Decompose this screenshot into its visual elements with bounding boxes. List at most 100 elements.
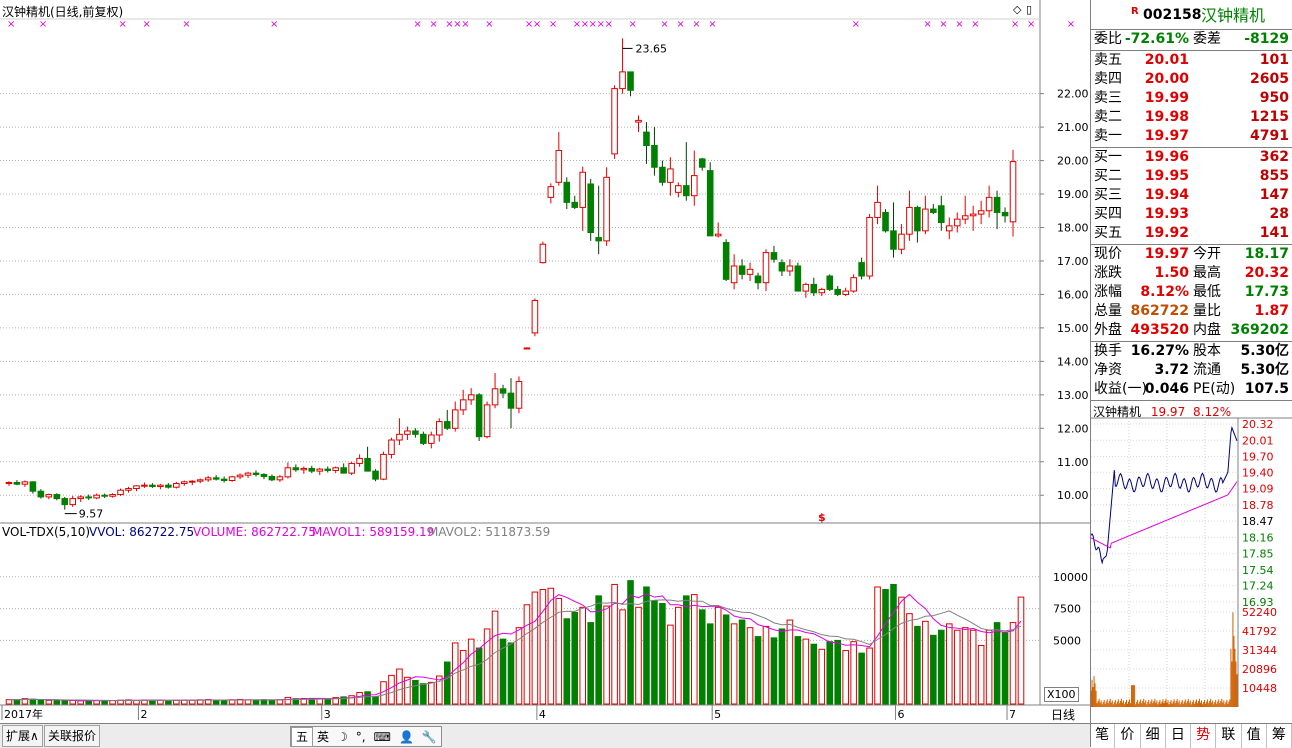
ask-volume: 4791 — [1250, 128, 1289, 144]
candle — [507, 378, 515, 429]
ask-row[interactable]: 卖五 20.01 101 — [1091, 51, 1292, 70]
candle — [475, 393, 483, 442]
candle — [268, 474, 276, 482]
fund-row[interactable]: 换手 16.27% 股本 5.30亿 — [1091, 342, 1292, 361]
weibi-row[interactable]: 委比 -72.61% 委差 -8129 — [1091, 30, 1292, 49]
restore-icon[interactable]: ◇ — [1013, 3, 1021, 16]
candle-body — [810, 283, 818, 294]
price-tick: 21.00 — [1057, 121, 1089, 134]
tab-1[interactable]: 价 — [1115, 724, 1141, 748]
stat-value: 17.73 — [1244, 284, 1289, 300]
bid-row[interactable]: 买五 19.92 141 — [1091, 224, 1292, 243]
candle-body — [133, 485, 140, 490]
tab-5[interactable]: 联 — [1216, 724, 1242, 748]
bid-row[interactable]: 买三 19.94 147 — [1091, 186, 1292, 205]
candle-body — [985, 196, 993, 212]
volume-tick: 5000 — [1053, 634, 1081, 647]
volume-bar — [635, 606, 642, 705]
candle-body — [770, 252, 778, 260]
fund-row[interactable]: 净资 3.72 流通 5.30亿 — [1091, 361, 1292, 380]
stat-row[interactable]: 现价 19.97 今开 18.17 — [1091, 245, 1292, 264]
candle — [786, 259, 794, 277]
mini-vol-tick: 41792 — [1242, 625, 1277, 638]
signal-marker: × — [533, 19, 541, 30]
expand-button[interactable]: 扩展∧ — [2, 725, 43, 747]
stat-row[interactable]: 外盘 493520 内盘 369202 — [1091, 321, 1292, 340]
candle — [555, 132, 563, 186]
volume-bar — [587, 622, 594, 705]
candle — [651, 127, 658, 176]
candle-body — [866, 216, 873, 277]
quote-panel: R 002158 汉钟精机 委比 -72.61% 委差 -8129 卖五 20.01 101… — [1090, 0, 1292, 747]
ask-row[interactable]: 卖一 19.97 4791 — [1091, 127, 1292, 146]
candle — [627, 71, 634, 97]
chart-canvas[interactable]: 22.00 21.00 20.00 19.00 18.00 17.00 16.00 15.00… — [0, 0, 1090, 723]
candle-body — [842, 290, 849, 295]
ime-mode-icon[interactable]: 五 — [291, 726, 314, 747]
signal-marker: × — [629, 19, 637, 30]
bid-row[interactable]: 买一 19.96 362 — [1091, 148, 1292, 167]
tab-0[interactable]: 笔 — [1090, 724, 1116, 748]
stat-row[interactable]: 涨跌 1.50 最高 20.32 — [1091, 264, 1292, 283]
candle — [300, 466, 308, 474]
tab-6[interactable]: 值 — [1242, 724, 1267, 748]
volume-bar — [619, 609, 626, 705]
ask-row[interactable]: 卖三 19.99 950 — [1091, 89, 1292, 108]
candle-body — [961, 215, 969, 220]
candle — [396, 418, 403, 446]
ask-row[interactable]: 卖二 19.98 1215 — [1091, 108, 1292, 127]
volume-scale-badge: X100 — [1044, 687, 1079, 702]
candle — [619, 38, 626, 94]
tab-7[interactable]: 筹 — [1267, 724, 1292, 748]
candle — [643, 122, 650, 164]
period-label[interactable]: 日线 — [1051, 706, 1075, 723]
signal-marker: × — [955, 19, 963, 30]
bid-row[interactable]: 买四 19.93 28 — [1091, 205, 1292, 224]
volume-bar — [539, 589, 547, 705]
ime-toolbar[interactable]: 五 英 ☽ °, ⌨ 👤 🔧 — [290, 726, 442, 747]
candle — [515, 376, 523, 414]
candle-body — [316, 468, 324, 472]
ime-keyboard-icon[interactable]: ⌨ — [370, 728, 395, 746]
signal-marker: × — [270, 19, 278, 30]
volume-bar — [834, 639, 841, 705]
candle-body — [364, 457, 371, 472]
volume-bar — [1017, 596, 1025, 705]
related-quote-button[interactable]: 关联报价 — [44, 725, 101, 747]
ime-user-icon[interactable]: 👤 — [395, 728, 418, 746]
volume-bar — [818, 648, 826, 705]
candle — [483, 401, 491, 439]
fund-row[interactable]: 收益(一) 0.046 PE(动) 107.5 — [1091, 380, 1292, 399]
tab-2[interactable]: 细 — [1141, 724, 1166, 748]
candle — [810, 277, 818, 297]
ime-settings-icon[interactable]: 🔧 — [418, 728, 441, 746]
stat-value: 1.50 — [1154, 265, 1189, 281]
stat-row[interactable]: 总量 862722 量比 1.87 — [1091, 302, 1292, 321]
volume-bar — [428, 681, 435, 705]
candle-body — [196, 479, 204, 482]
ime-english-icon[interactable]: 英 — [313, 728, 333, 746]
candle — [292, 464, 300, 472]
panel-tabs: 笔价细日势联值筹 — [1090, 723, 1292, 748]
candle — [770, 245, 778, 263]
kline-chart-area[interactable]: 22.00 21.00 20.00 19.00 18.00 17.00 16.00 15.00… — [0, 0, 1090, 723]
ask-row[interactable]: 卖四 20.00 2605 — [1091, 70, 1292, 89]
candle-body — [141, 484, 148, 487]
volume-bar — [659, 603, 666, 705]
tab-4[interactable]: 势 — [1191, 724, 1217, 748]
volume-bar — [714, 606, 722, 705]
stat-row[interactable]: 涨幅 8.12% 最低 17.73 — [1091, 283, 1292, 302]
candle-body — [252, 472, 260, 475]
candle — [635, 115, 642, 133]
candle — [945, 217, 953, 240]
candle — [683, 142, 690, 201]
ime-moon-icon[interactable]: ☽ — [333, 728, 352, 746]
stat-label: 总量 — [1094, 303, 1122, 319]
maximize-icon[interactable]: ▯ — [1026, 3, 1032, 16]
dividend-marker[interactable]: $ — [818, 511, 826, 524]
ime-punct-icon[interactable]: °, — [352, 728, 370, 746]
bid-row[interactable]: 买二 19.95 855 — [1091, 167, 1292, 186]
intraday-mini-chart[interactable]: 20.32 20.01 19.70 19.40 19.09 18.78 18.47 18.16… — [1090, 402, 1292, 722]
volume-bar — [778, 628, 786, 705]
tab-3[interactable]: 日 — [1166, 724, 1191, 748]
